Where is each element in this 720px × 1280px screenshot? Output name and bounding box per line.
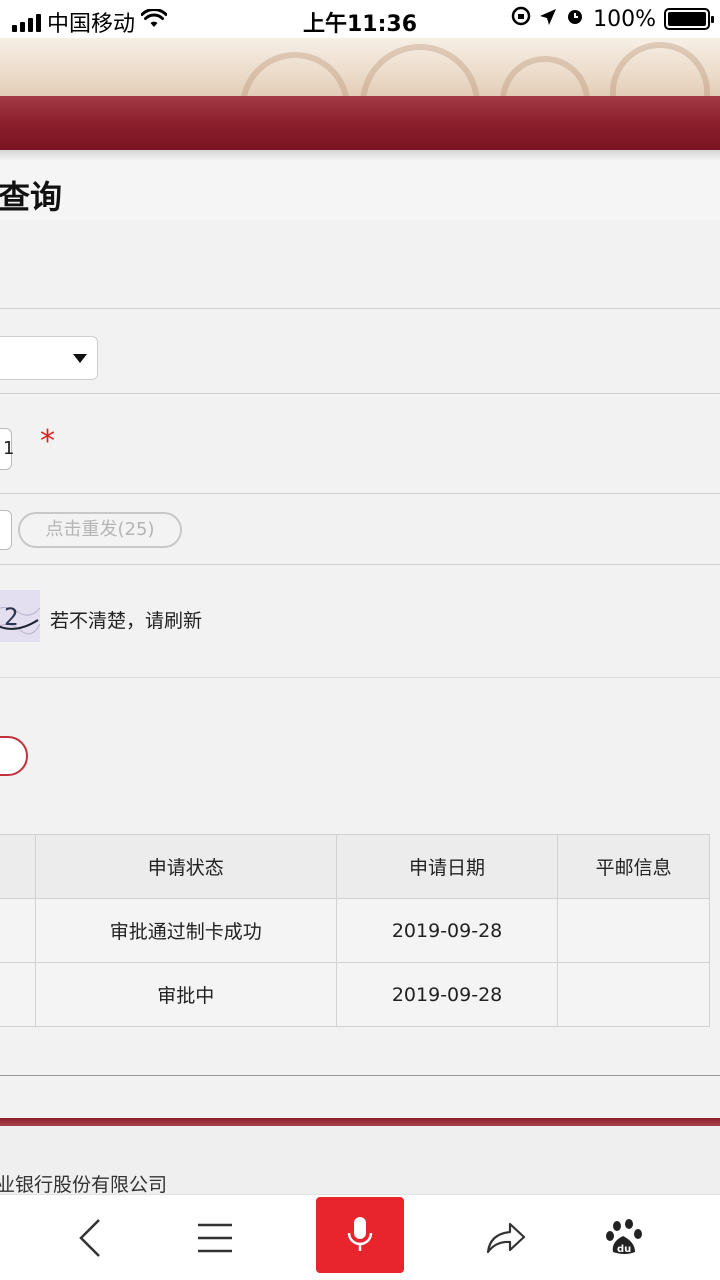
table-row[interactable]: 审批中 2019-09-28 [0,962,710,1027]
table-header-status: 申请状态 [34,834,337,899]
status-bar: 中国移动 上午11:36 100% [0,0,720,38]
page: 中国移动 上午11:36 100% 查询 1 * 点击重发(25) 2 若不清楚… [0,0,720,1280]
table-header-date: 申请日期 [335,834,559,899]
back-icon[interactable] [46,1195,136,1280]
share-icon[interactable] [460,1195,550,1280]
location-icon [539,7,557,32]
captcha-refresh-hint[interactable]: 若不清楚，请刷新 [50,606,202,633]
type-select[interactable] [0,336,98,380]
table-cell-index [0,962,36,1027]
chevron-down-icon [73,354,87,363]
header-red-bar [0,96,720,150]
form-row-3 [0,394,720,494]
table-header-row: 申请状态 申请日期 平邮信息 [0,834,710,899]
table-header-cell-index [0,834,36,899]
table-cell-mail [557,898,710,963]
required-mark: * [40,424,55,459]
table-cell-status: 审批通过制卡成功 [34,898,337,963]
resend-code-button[interactable]: 点击重发(25) [18,512,182,548]
status-right: 100% [511,6,714,32]
battery-percent: 100% [593,6,656,32]
submit-button[interactable] [0,736,28,776]
svg-text:du: du [617,1244,631,1255]
footer-red-bar [0,1118,720,1126]
table-cell-status: 审批中 [34,962,337,1027]
table-header-mail: 平邮信息 [557,834,710,899]
table-cell-date: 2019-09-28 [335,898,559,963]
browser-toolbar: du [0,1194,720,1280]
table-cell-index [0,898,36,963]
title-row [0,160,720,220]
sms-code-input[interactable] [0,510,12,550]
baidu-paw-icon[interactable]: du [580,1195,670,1280]
captcha-glyph: 2 [4,603,18,631]
menu-icon[interactable] [170,1195,260,1280]
table-cell-mail [557,962,710,1027]
id-number-input[interactable]: 1 [0,428,14,470]
form-row-2 [0,309,720,394]
form-row-1 [0,220,720,309]
table-cell-date: 2019-09-28 [335,962,559,1027]
alarm-icon [565,6,585,32]
captcha-image[interactable]: 2 [0,590,40,642]
page-title: 查询 [0,178,63,216]
footer-company-name: 业银行股份有限公司 [0,1174,168,1196]
microphone-icon[interactable] [316,1197,404,1273]
battery-icon [664,8,714,30]
header-shadow [0,150,720,160]
rotation-lock-icon [511,6,531,32]
divider [0,1075,720,1076]
header-banner [0,38,720,96]
result-table: 申请状态 申请日期 平邮信息 审批通过制卡成功 2019-09-28 审批中 2… [0,834,710,1027]
table-row[interactable]: 审批通过制卡成功 2019-09-28 [0,898,710,963]
